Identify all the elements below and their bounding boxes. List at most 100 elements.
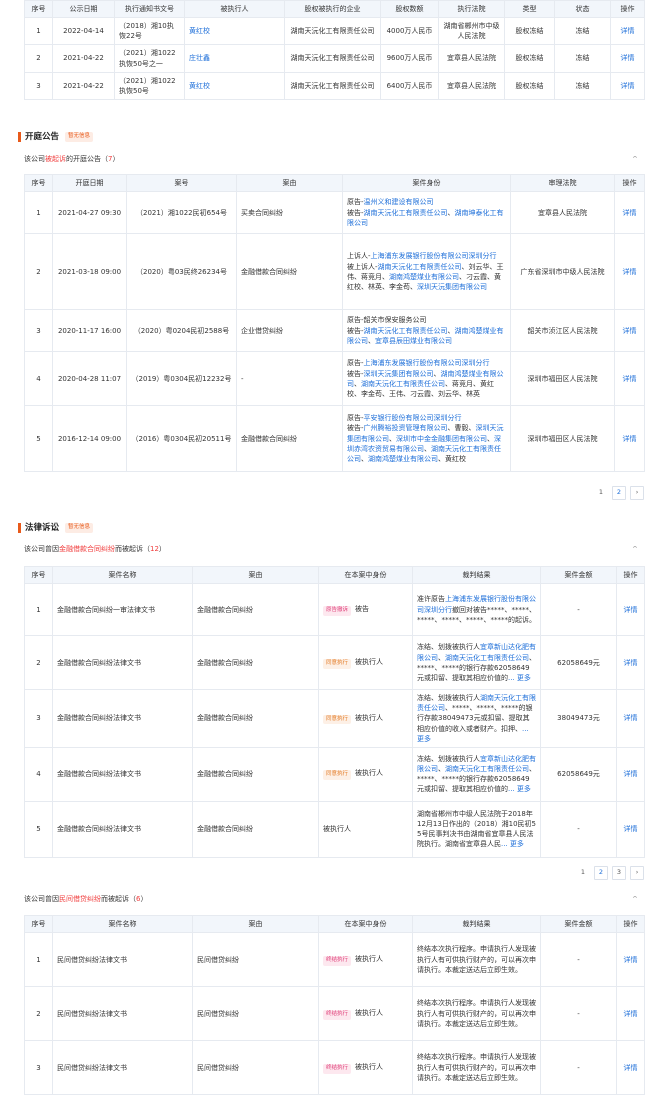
entity-link[interactable]: 温州义和建设有限公司	[364, 198, 434, 206]
loan-subtitle[interactable]: 该公司曾因民间借贷纠纷而被起诉（6） ⌃	[24, 892, 644, 906]
entity-link[interactable]: 深圳天沅集团有限公司	[417, 283, 487, 291]
column-header: 类型	[504, 0, 555, 19]
entity-link[interactable]: 湖南天沅化工有限责任公司	[361, 380, 445, 388]
collapse-chevron-icon[interactable]: ⌃	[631, 894, 639, 904]
party-line: 原告-上海浦东发展银行股份有限公司深圳分行	[347, 358, 506, 368]
lawsuit-table: 序号 案件名称 案由 在本案中身份 裁判结果 案件金额 操作 1 金融借款合同纠纷一审法律文书…	[24, 565, 645, 858]
entity-link[interactable]: 上海浦东发展银行股份有限公司深圳分行	[364, 359, 490, 367]
entity-link[interactable]: 湖南天沅化工有限责任公司	[445, 654, 529, 662]
case-number: （2019）粤0304民初12232号	[126, 351, 237, 407]
collapse-chevron-icon[interactable]: ⌃	[631, 544, 639, 554]
table-cell[interactable]: 黄红校	[184, 71, 285, 100]
detail-link[interactable]: 详情	[616, 689, 645, 748]
table-cell: 湖南天沅化工有限责任公司	[284, 17, 381, 46]
role-badge: 终结执行	[323, 1009, 352, 1020]
table-cell[interactable]: 黄红校	[184, 17, 285, 46]
page-button[interactable]: 3	[612, 866, 626, 880]
lawsuit-title: 法律诉讼	[25, 522, 60, 533]
detail-link[interactable]: 详情	[614, 233, 645, 311]
detail-link[interactable]: 详情	[616, 746, 645, 802]
hearing-title: 开庭公告	[25, 131, 60, 142]
detail-link[interactable]: 详情	[614, 351, 645, 407]
detail-link[interactable]: 详情	[616, 800, 645, 858]
detail-link[interactable]: 详情	[616, 583, 645, 637]
next-page-icon[interactable]: ›	[630, 486, 644, 500]
judgment-result: 终结本次执行程序。申请执行人发现被执行人有可供执行财产的，可以再次申请执行。本裁…	[412, 1040, 541, 1095]
table-cell: 2022-04-14	[52, 17, 115, 46]
judgment-result: 冻结、划拨被执行人宜章新山达化肥有限公司、湖南天沅化工有限责任公司、*****、…	[412, 746, 541, 802]
table-cell: 股权冻结	[504, 17, 555, 46]
case-role: 原告撤诉 被告	[318, 583, 413, 637]
text-segment: 上诉人-	[347, 252, 371, 261]
row-number: 5	[24, 405, 53, 473]
table-cell[interactable]: 庄壮鑫	[184, 44, 285, 73]
court-name: 广东省深圳市中级人民法院	[510, 233, 615, 311]
hearing-subtitle[interactable]: 该公司被起诉的开庭公告（7） ⌃	[24, 152, 644, 166]
party-line: 原告-韶关市保安服务公司	[347, 315, 506, 325]
entity-link[interactable]: 平安银行股份有限公司深圳分行	[364, 414, 462, 422]
party-line: 被告-深圳天沅集团有限公司、湖南鸿楚煤业有限公司、湖南天沅化工有限责任公司、蒋竞…	[347, 369, 506, 399]
case-role: 同意执行 被执行人	[318, 689, 413, 748]
case-reason: -	[236, 351, 343, 407]
entity-link[interactable]: 深圳天沅集团有限公司	[364, 370, 434, 378]
detail-link[interactable]: 详情	[616, 932, 645, 988]
table-row: 1 民间借贷纠纷法律文书 民间借贷纠纷 终结执行 被执行人 终结本次执行程序。申请执行人发…	[24, 932, 645, 988]
entity-link[interactable]: 广州腾裕投资管理有限公司	[364, 424, 448, 432]
page-button[interactable]: 2	[594, 866, 608, 880]
hearing-date: 2020-11-17 16:00	[52, 309, 127, 353]
case-reason: 金融借款合同纠纷	[192, 583, 319, 637]
table-cell[interactable]: 详情	[610, 44, 645, 73]
entity-link[interactable]: 宜章县辰田煤业有限公司	[375, 337, 452, 345]
collapse-chevron-icon[interactable]: ⌃	[631, 154, 639, 164]
column-header: 在本案中身份	[318, 565, 413, 585]
party-line: 被告-湖南天沅化工有限责任公司、湖南鸿楚煤业有限公司、宜章县辰田煤业有限公司	[347, 326, 506, 346]
court-name: 深圳市福田区人民法院	[510, 351, 615, 407]
detail-link[interactable]: 详情	[614, 191, 645, 235]
entity-link[interactable]: 深圳市中金金融集团有限公司	[396, 435, 487, 443]
detail-link[interactable]: 详情	[616, 635, 645, 691]
entity-link[interactable]: 湖南天沅化工有限责任公司	[445, 765, 529, 773]
page-button[interactable]: 1	[576, 866, 590, 880]
text-segment: 冻结、划拨被执行人	[417, 755, 480, 764]
case-name: 金融借款合同纠纷法律文书	[52, 689, 193, 748]
role-text: 被执行人	[355, 954, 384, 963]
case-identity: 原告-平安银行股份有限公司深圳分行 被告-广州腾裕投资管理有限公司、曹毅、深圳天沅…	[342, 405, 511, 473]
table-cell[interactable]: 详情	[610, 17, 645, 46]
judgment-result: 终结本次执行程序。申请执行人发现被执行人有可供执行财产的，可以再次申请执行。本裁…	[412, 986, 541, 1042]
column-header: 审理法院	[510, 173, 615, 193]
table-cell[interactable]: 详情	[610, 71, 645, 100]
table-cell: 2021-04-22	[52, 71, 115, 100]
lawsuit-subtitle[interactable]: 该公司曾因金融借款合同纠纷而被起诉（12） ⌃	[24, 542, 644, 556]
entity-link[interactable]: 湖南天沅化工有限责任公司	[364, 327, 448, 335]
court-name: 深圳市福田区人民法院	[510, 405, 615, 473]
role-badge: 终结执行	[323, 1063, 352, 1074]
entity-link[interactable]: ... 更多	[501, 840, 524, 848]
detail-link[interactable]: 详情	[614, 309, 645, 353]
table-cell: 股权冻结	[504, 71, 555, 100]
case-number: （2016）粤0304民初20511号	[126, 405, 237, 473]
table-row: 1 2021-04-27 09:30 （2021）湘1022民初654号 买卖合同纠纷…	[24, 191, 645, 235]
entity-link[interactable]: 上海浦东发展银行股份有限公司深圳分行	[371, 252, 497, 260]
text-segment: 、黄红校	[438, 454, 466, 463]
entity-link[interactable]: 湖南鸿楚煤业有限公司	[389, 273, 459, 281]
detail-link[interactable]: 详情	[616, 1040, 645, 1095]
entity-link[interactable]: ... 更多	[508, 785, 531, 793]
entity-link[interactable]: ... 更多	[508, 674, 531, 682]
page-button[interactable]: 2	[612, 486, 626, 500]
detail-link[interactable]: 详情	[616, 986, 645, 1042]
entity-link[interactable]: 湖南天沅化工有限责任公司	[378, 263, 462, 271]
hearing-tag: 暂无信息	[65, 132, 94, 142]
judgment-result: 终结本次执行程序。申请执行人发现被执行人有可供执行财产的，可以再次申请执行。本裁…	[412, 932, 541, 988]
next-page-icon[interactable]: ›	[630, 866, 644, 880]
entity-link[interactable]: 湖南鸿楚煤业有限公司	[368, 455, 438, 463]
court-name: 宜章县人民法院	[510, 191, 615, 235]
text-segment: 终结本次执行程序。申请执行人发现被执行人有可供执行财产的，可以再次申请执行。本裁…	[417, 999, 536, 1028]
case-reason: 民间借贷纠纷	[192, 932, 319, 988]
text-segment: 、	[447, 208, 455, 217]
table-cell: 股权冻结	[504, 44, 555, 73]
entity-link[interactable]: 湖南天沅化工有限责任公司	[364, 209, 448, 217]
table-cell: （2021）湘1022执恢50号	[114, 71, 185, 100]
case-role: 同意执行 被执行人	[318, 746, 413, 802]
detail-link[interactable]: 详情	[614, 405, 645, 473]
page-button[interactable]: 1	[594, 486, 608, 500]
